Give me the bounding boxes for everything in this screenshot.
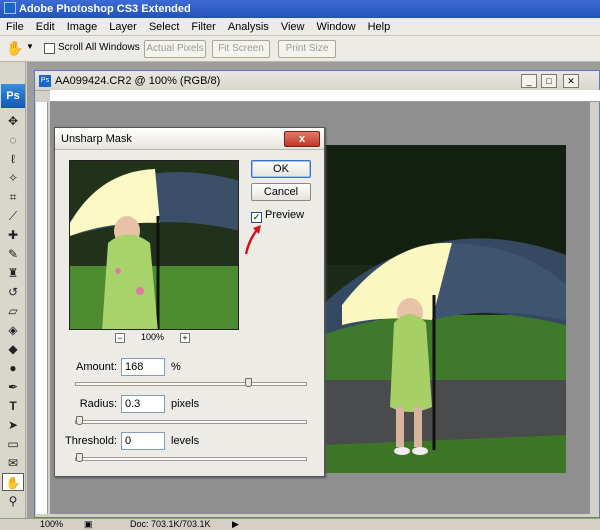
- amount-slider-thumb[interactable]: [245, 378, 252, 387]
- minimize-icon[interactable]: _: [521, 74, 537, 88]
- amount-row: Amount: 168 %: [55, 358, 326, 378]
- actual-pixels-button[interactable]: Actual Pixels: [144, 40, 206, 58]
- photo-canvas[interactable]: [322, 145, 566, 473]
- amount-label: Amount:: [76, 361, 117, 373]
- threshold-label: Threshold:: [65, 435, 117, 447]
- close-icon[interactable]: ✕: [563, 74, 579, 88]
- fit-screen-button[interactable]: Fit Screen: [212, 40, 270, 58]
- menu-file[interactable]: File: [0, 18, 30, 36]
- threshold-slider[interactable]: [75, 453, 307, 462]
- brush-tool-icon[interactable]: ✎: [2, 245, 24, 263]
- scroll-all-windows-checkbox[interactable]: [44, 43, 55, 54]
- threshold-unit: levels: [171, 435, 200, 447]
- eraser-icon[interactable]: ▱: [2, 302, 24, 320]
- red-arrow-annotation: [244, 225, 261, 255]
- threshold-row: Threshold: 0 levels: [55, 432, 326, 452]
- shape-tool-icon[interactable]: ▭: [2, 435, 24, 453]
- doc-size[interactable]: Doc: 703.1K/703.1K: [130, 519, 211, 530]
- zoom-in-button[interactable]: +: [180, 332, 191, 343]
- print-size-button[interactable]: Print Size: [278, 40, 336, 58]
- radius-row: Radius: 0.3 pixels: [55, 395, 326, 415]
- notes-icon[interactable]: ✉: [2, 454, 24, 472]
- preview-image[interactable]: [69, 160, 239, 330]
- cancel-button[interactable]: Cancel: [251, 183, 311, 201]
- menu-filter[interactable]: Filter: [185, 18, 221, 36]
- dodge-tool-icon[interactable]: ●: [2, 359, 24, 377]
- blur-tool-icon[interactable]: ◆: [2, 340, 24, 358]
- preview-photo: [70, 161, 238, 329]
- app-title: Adobe Photoshop CS3 Extended: [19, 3, 191, 15]
- type-tool-icon[interactable]: T: [2, 397, 24, 415]
- menu-help[interactable]: Help: [362, 18, 397, 36]
- maximize-icon[interactable]: □: [541, 74, 557, 88]
- unsharp-mask-dialog: Unsharp Mask x OK Cancel ✓ Preview − 100%…: [54, 127, 325, 477]
- menu-select[interactable]: Select: [143, 18, 186, 36]
- status-arrow-icon[interactable]: ▶: [232, 519, 239, 530]
- crop-tool-icon[interactable]: ⌗: [2, 188, 24, 206]
- amount-slider[interactable]: [75, 378, 307, 387]
- zoom-tool-icon[interactable]: ⚲: [2, 492, 24, 510]
- paint-bucket-icon[interactable]: ◈: [2, 321, 24, 339]
- status-bar: 100% ▣ Doc: 703.1K/703.1K ▶: [0, 518, 600, 529]
- radius-slider-thumb[interactable]: [76, 416, 83, 425]
- healing-brush-icon[interactable]: ✚: [2, 226, 24, 244]
- menu-view[interactable]: View: [275, 18, 311, 36]
- menu-edit[interactable]: Edit: [30, 18, 61, 36]
- zoom-level[interactable]: 100%: [40, 519, 63, 530]
- radius-label: Radius:: [79, 398, 117, 410]
- magic-wand-icon[interactable]: ✧: [2, 169, 24, 187]
- threshold-input[interactable]: 0: [121, 432, 165, 450]
- menu-image[interactable]: Image: [61, 18, 104, 36]
- preview-zoom-controls: − 100% +: [115, 332, 191, 346]
- clone-stamp-icon[interactable]: ♜: [2, 264, 24, 282]
- menu-bar: File Edit Image Layer Select Filter Analysis Vi…: [0, 18, 600, 36]
- radius-unit: pixels: [171, 398, 200, 410]
- document-title: AA099424.CR2 @ 100% (RGB/8): [55, 75, 221, 87]
- photoshop-logo-icon: [4, 2, 16, 14]
- hand-tool-icon[interactable]: ✋: [2, 473, 24, 491]
- eyedropper-icon[interactable]: ⟋: [2, 207, 24, 225]
- history-brush-icon[interactable]: ↺: [2, 283, 24, 301]
- move-tool-icon[interactable]: ✥: [2, 112, 24, 130]
- menu-window[interactable]: Window: [310, 18, 361, 36]
- options-bar: ✋ ▼ Scroll All Windows Actual Pixels Fit…: [0, 36, 600, 62]
- menu-analysis[interactable]: Analysis: [222, 18, 275, 36]
- horizontal-ruler: [50, 90, 600, 102]
- document-title-bar[interactable]: Ps AA099424.CR2 @ 100% (RGB/8) _ □ ✕: [35, 71, 599, 91]
- hand-tool-icon[interactable]: ✋: [6, 40, 23, 57]
- zoom-out-button[interactable]: −: [115, 332, 125, 343]
- threshold-slider-thumb[interactable]: [76, 453, 83, 462]
- dialog-close-button[interactable]: x: [284, 131, 320, 147]
- preview-zoom-level: 100%: [141, 332, 165, 342]
- lasso-tool-icon[interactable]: ℓ: [2, 150, 24, 168]
- scroll-all-windows-label: Scroll All Windows: [58, 42, 140, 53]
- vertical-ruler: [36, 102, 48, 514]
- toolbox: Ps ✥ ◌ ℓ ✧ ⌗ ⟋ ✚ ✎ ♜ ↺ ▱ ◈ ◆ ● ✒ T ➤ ▭ ✉…: [0, 62, 26, 518]
- dialog-title-bar[interactable]: Unsharp Mask x: [55, 128, 324, 150]
- dialog-title: Unsharp Mask: [61, 133, 132, 145]
- pen-tool-icon[interactable]: ✒: [2, 378, 24, 396]
- girl-umbrella-photo: [322, 145, 566, 473]
- status-icon[interactable]: ▣: [84, 519, 93, 530]
- amount-unit: %: [171, 361, 181, 373]
- tool-preset-dropdown[interactable]: ▼: [26, 42, 34, 51]
- toolbox-logo[interactable]: Ps: [1, 84, 25, 108]
- radius-slider[interactable]: [75, 416, 307, 425]
- radius-input[interactable]: 0.3: [121, 395, 165, 413]
- menu-layer[interactable]: Layer: [103, 18, 143, 36]
- ok-button[interactable]: OK: [251, 160, 311, 178]
- app-title-bar: Adobe Photoshop CS3 Extended: [0, 0, 600, 18]
- path-selection-icon[interactable]: ➤: [2, 416, 24, 434]
- marquee-tool-icon[interactable]: ◌: [2, 131, 24, 149]
- amount-input[interactable]: 168: [121, 358, 165, 376]
- document-icon: Ps: [39, 75, 51, 87]
